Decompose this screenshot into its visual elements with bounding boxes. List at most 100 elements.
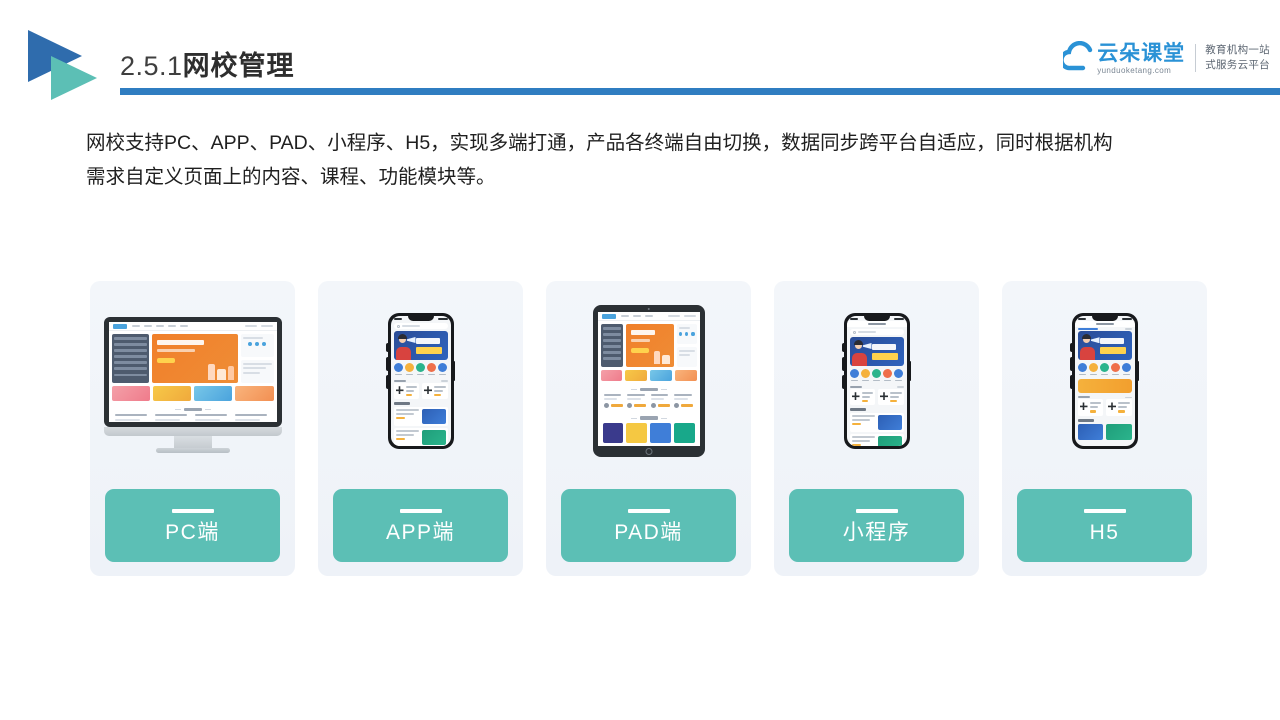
banner-illustration (208, 363, 235, 380)
mini-nav-item (167, 324, 176, 328)
imac-icon (103, 317, 282, 453)
mini-site-course-list (109, 414, 277, 422)
platform-label-text: 小程序 (842, 520, 911, 544)
banner-illustration (654, 350, 671, 364)
iphone-body (387, 313, 454, 449)
platform-card-pc[interactable]: PC端 (90, 281, 295, 576)
h5-course-grid (1077, 423, 1132, 440)
paragraph-line-2: 需求自定义页面上的内容、课程、功能模块等。 (86, 165, 496, 188)
brand-name: 云朵课堂 (1097, 41, 1186, 65)
label-accent-dash (627, 508, 670, 513)
phone-quick-icons (391, 360, 451, 377)
phone-hero-banner (1077, 331, 1132, 361)
phone-section-header (1077, 396, 1132, 399)
device-illustration-tablet (546, 281, 751, 481)
screen-content-h5 (1074, 316, 1135, 446)
h5-app-header (1077, 328, 1132, 331)
mini-site-banner (151, 334, 239, 383)
mini-site-logo (112, 323, 127, 329)
phone-course-row (393, 407, 448, 427)
device-illustration-desktop (90, 281, 295, 481)
brand-tagline-line2: 式服务云平台 (1205, 59, 1270, 71)
phone-search-bar[interactable] (849, 329, 904, 335)
mini-nav-right (241, 324, 273, 328)
mini-nav-right (664, 314, 696, 318)
iphone-notch (863, 316, 890, 321)
label-accent-dash (855, 508, 898, 513)
mini-site-section-title (109, 404, 277, 415)
brand-tagline: 教育机构一站 式服务云平台 (1205, 43, 1270, 73)
mini-nav-item (143, 324, 152, 328)
phone-course-cards (849, 389, 904, 406)
platform-card-miniprogram[interactable]: 小程序 (774, 281, 979, 576)
page-title: 2.5.1 网校管理 (120, 44, 295, 83)
phone-section-header (393, 380, 448, 383)
title-underline-rule (120, 88, 1280, 95)
mini-nav-item (131, 324, 140, 328)
ipad-body (592, 305, 705, 457)
brand-logo-group: 云朵课堂 yunduoketang.com (1059, 40, 1186, 75)
platform-label-button[interactable]: PAD端 (561, 489, 736, 562)
platform-label-button[interactable]: H5 (1017, 489, 1192, 562)
ipad-camera (647, 307, 650, 310)
platform-label-text: APP端 (385, 520, 456, 544)
platform-label-text: PAD端 (614, 520, 683, 544)
phone-hero-banner (849, 337, 904, 366)
label-accent-dash (399, 508, 442, 513)
cloud-icon (1059, 40, 1095, 75)
phone-section-header (849, 386, 904, 389)
mini-site-aside (241, 334, 274, 383)
h5-promo-strip (1077, 379, 1132, 394)
device-illustration-phone (318, 281, 523, 481)
imac-bezel (103, 317, 282, 427)
phone-quick-icons (1075, 360, 1135, 377)
phone-course-cards (1077, 399, 1132, 416)
phone-course-row (849, 434, 904, 446)
iphone-icon (386, 313, 455, 449)
iphone-icon (1070, 313, 1139, 449)
platform-label-text: PC端 (165, 520, 220, 544)
iphone-notch (407, 316, 434, 321)
mini-site-logo (601, 313, 616, 319)
label-accent-dash (1083, 508, 1126, 513)
phone-section-title (1077, 418, 1132, 422)
platform-card-pad[interactable]: PAD端 (546, 281, 751, 576)
mini-site-tile-grid (598, 422, 700, 446)
phone-hero-banner (393, 331, 448, 360)
brand-divider (1195, 44, 1197, 72)
ipad-home-button[interactable] (645, 447, 652, 455)
mini-nav-item (179, 324, 188, 328)
mini-nav-item (632, 314, 641, 318)
screen-content-app (390, 316, 451, 446)
screen-content-miniprogram (846, 316, 907, 446)
mini-site-course-list (598, 394, 700, 412)
mini-nav-item (155, 324, 164, 328)
platform-card-app[interactable]: APP端 (318, 281, 523, 576)
brand-tagline-line1: 教育机构一站 (1205, 44, 1270, 57)
mini-site-promos (109, 385, 277, 404)
mini-site-banner (625, 324, 675, 367)
platform-label-button[interactable]: 小程序 (789, 489, 964, 562)
mini-nav-item (644, 314, 653, 318)
screen-content-pad (597, 312, 700, 446)
mini-site-section-title (598, 384, 700, 395)
platform-card-h5[interactable]: H5 (1002, 281, 1207, 576)
banner-person-illustration (394, 331, 416, 360)
mini-site-promos (598, 369, 700, 384)
phone-section-title (393, 402, 448, 406)
platform-label-button[interactable]: PC端 (105, 489, 280, 562)
mini-site-section-title (598, 412, 700, 423)
phone-search-bar[interactable] (393, 323, 448, 329)
screen-content-pc (108, 322, 277, 422)
device-illustration-phone (774, 281, 979, 481)
brand-domain: yunduoketang.com (1097, 66, 1172, 75)
iphone-icon (842, 313, 911, 449)
phone-course-row (393, 428, 448, 446)
platform-label-button[interactable]: APP端 (333, 489, 508, 562)
miniprogram-title-bar (846, 321, 907, 327)
iphone-body (843, 313, 910, 449)
phone-course-cards (393, 383, 448, 400)
iphone-notch (1091, 316, 1118, 321)
iphone-body (1071, 313, 1138, 449)
phone-quick-icons (847, 366, 907, 383)
